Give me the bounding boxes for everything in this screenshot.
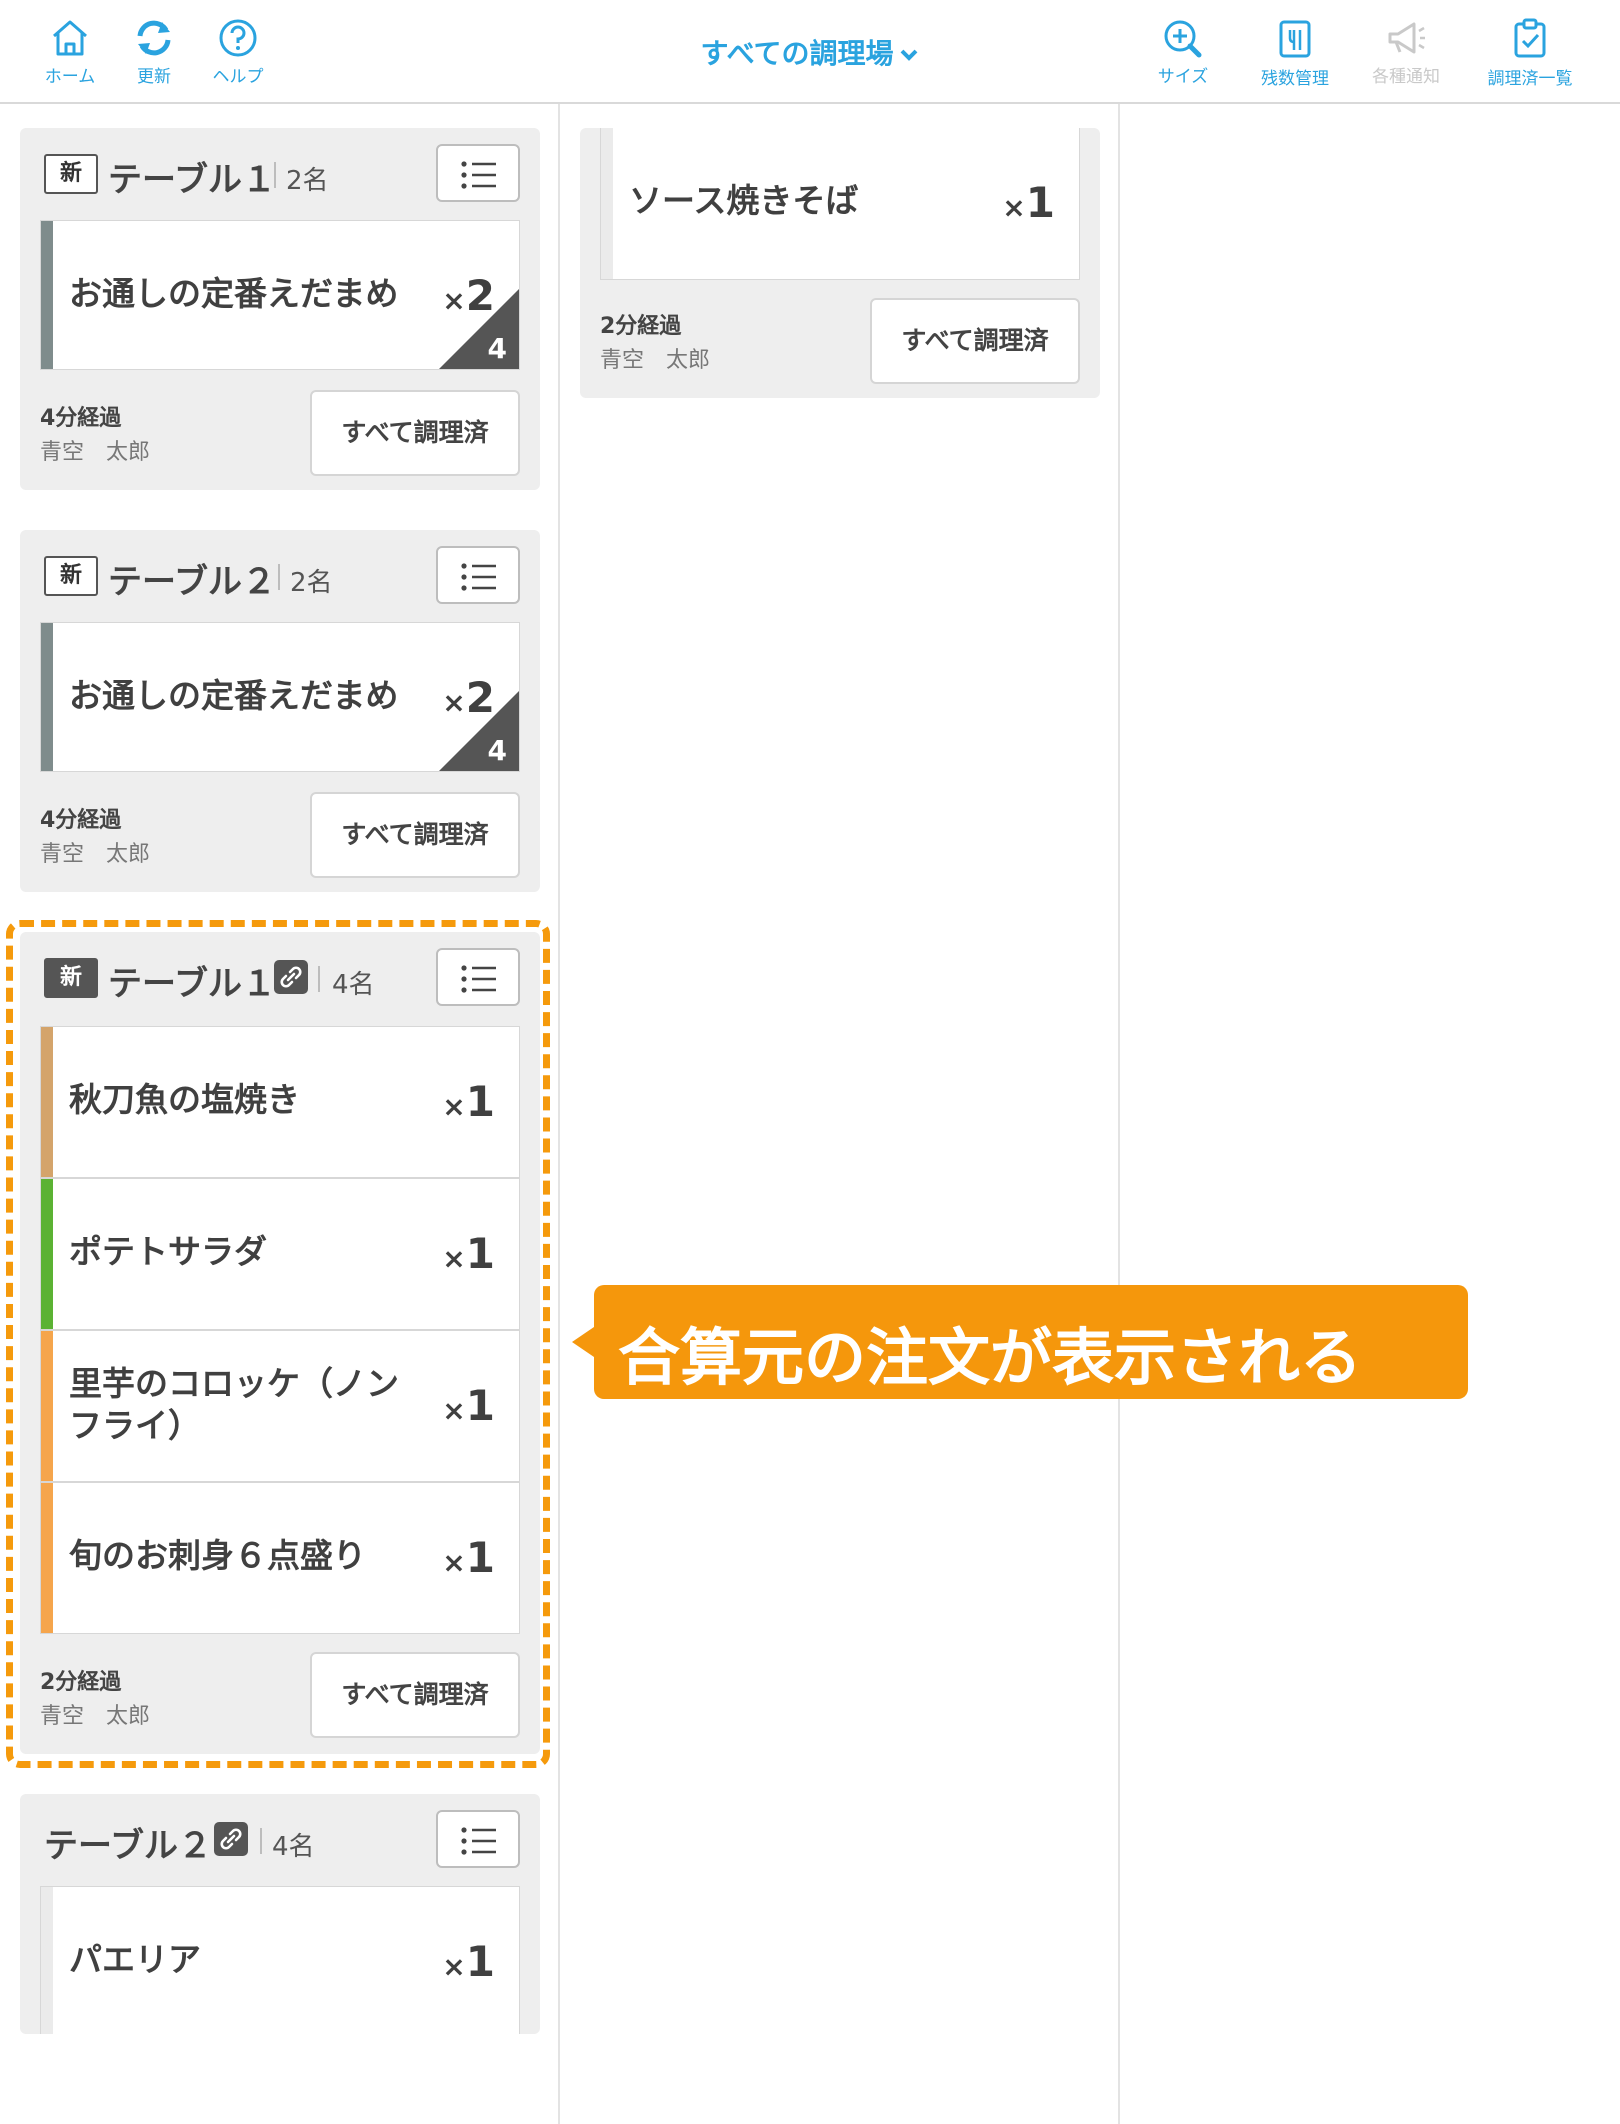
refresh-label: 更新 [137,67,171,87]
category-color-bar [601,128,613,279]
megaphone-icon [1388,22,1425,54]
order-item[interactable]: パエリア ×1 [40,1886,520,2034]
staff-name: 青空 太郎 [40,440,151,465]
item-name: パエリア [69,1940,201,1979]
merge-link-icon [214,1822,248,1856]
order-item[interactable]: ソース焼きそば ×1 [600,128,1080,280]
notify-button[interactable]: 各種通知 [1364,18,1448,87]
stock-button[interactable]: 残数管理 [1253,18,1337,89]
item-name: お通しの定番えだまめ [69,274,399,313]
order-card: ソース焼きそば ×1 2分経過 青空 太郎 すべて調理済 [580,128,1100,398]
order-card-header: テーブル２ 4名 [20,1794,540,1886]
mark-all-done-button[interactable]: すべて調理済 [310,390,520,476]
refresh-icon [137,20,171,56]
column-divider [1118,104,1120,2124]
guest-count: 2名 [286,166,329,196]
elapsed-time: 2分経過 [600,314,682,339]
notify-label: 各種通知 [1372,67,1440,87]
category-color-bar [41,623,53,771]
guest-count: 4名 [272,1832,315,1862]
order-card-header: 新 テーブル１ 2名 [20,128,540,220]
size-label: サイズ [1157,67,1209,87]
total-count: 4 [487,734,507,767]
station-selector[interactable]: すべての調理場 [640,32,980,72]
order-item[interactable]: お通しの定番えだまめ ×2 4 [40,220,520,370]
station-label: すべての調理場 [700,37,894,70]
item-name: お通しの定番えだまめ [69,676,399,715]
order-detail-button[interactable] [436,546,520,604]
stock-label: 残数管理 [1261,69,1329,89]
item-quantity: ×1 [1002,178,1055,227]
highlight-dashed-box [6,920,550,1768]
order-detail-button[interactable] [436,1810,520,1868]
chevron-down-icon [901,49,918,61]
divider [278,564,280,590]
table-name: テーブル２ [44,1826,212,1866]
order-card: 新 テーブル１ 2名 お通しの定番えだまめ ×2 4 4分経過 青空 太郎 すべ… [20,128,540,490]
divider [274,162,276,188]
order-detail-button[interactable] [436,144,520,202]
category-color-bar [41,1887,53,2034]
zoom-in-icon [1164,20,1202,58]
mark-all-done-button[interactable]: すべて調理済 [310,792,520,878]
item-name: ソース焼きそば [629,181,859,220]
home-label: ホーム [44,67,96,87]
total-count-corner [439,691,519,771]
elapsed-time: 4分経過 [40,808,122,833]
help-label: ヘルプ [212,67,264,87]
home-icon [53,20,87,56]
app-header: ホーム 更新 ヘルプ すべての調理場 サイズ 残数管理 各種通知 調理済一覧 [0,0,1620,104]
list-icon [461,563,496,591]
order-card-merged: テーブル２ 4名 パエリア ×1 [20,1794,540,2034]
annotation-callout: 合算元の注文が表示される [572,1285,1468,1399]
mark-all-done-button[interactable]: すべて調理済 [870,298,1080,384]
home-button[interactable]: ホーム [28,18,112,87]
menu-book-icon [1279,20,1311,58]
category-color-bar [41,221,53,369]
order-card: 新 テーブル２ 2名 お通しの定番えだまめ ×2 4 4分経過 青空 太郎 すべ… [20,530,540,892]
guest-count: 2名 [290,568,333,598]
refresh-button[interactable]: 更新 [112,18,196,87]
divider [260,1828,262,1854]
annotation-text: 合算元の注文が表示される [618,1321,1363,1394]
item-quantity: ×1 [442,1937,495,1986]
order-card-header: 新 テーブル２ 2名 [20,530,540,622]
new-badge: 新 [44,556,98,596]
list-icon [461,161,496,189]
list-icon [461,1827,496,1855]
table-name: テーブル２ [108,562,276,602]
total-count: 4 [487,332,507,365]
new-badge: 新 [44,154,98,194]
size-button[interactable]: サイズ [1141,18,1225,87]
order-item[interactable]: お通しの定番えだまめ ×2 4 [40,622,520,772]
table-name: テーブル１ [108,160,276,200]
help-icon [219,19,257,57]
help-button[interactable]: ヘルプ [196,18,280,87]
staff-name: 青空 太郎 [600,348,711,373]
done-list-label: 調理済一覧 [1487,69,1573,89]
clipboard-check-icon [1514,18,1546,58]
total-count-corner [439,289,519,369]
done-list-button[interactable]: 調理済一覧 [1478,18,1582,89]
elapsed-time: 4分経過 [40,406,122,431]
staff-name: 青空 太郎 [40,842,151,867]
column-divider [558,104,560,2124]
